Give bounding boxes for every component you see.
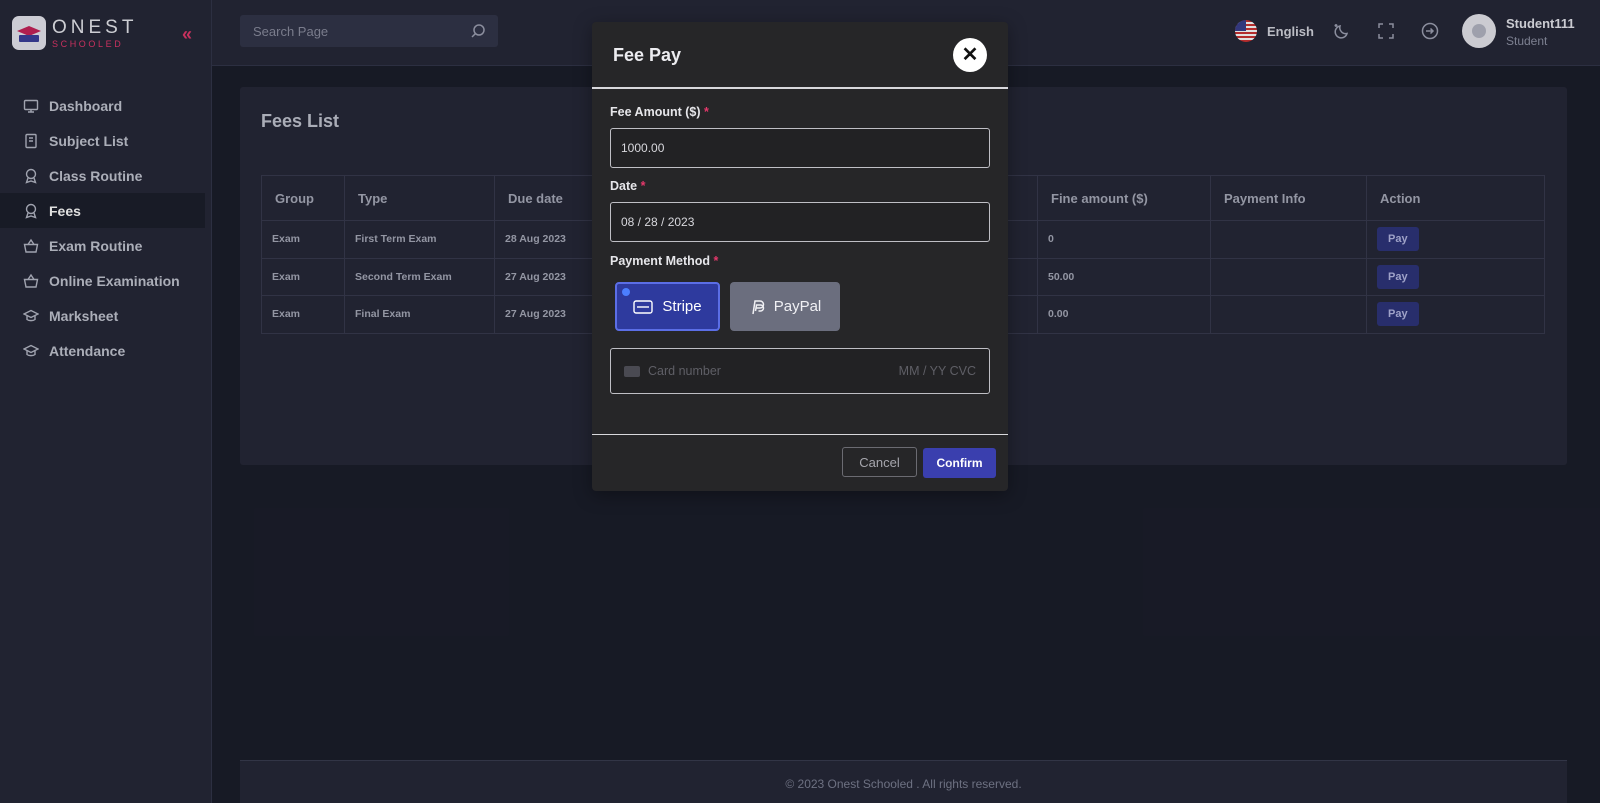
paypal-label: PayPal <box>773 298 822 315</box>
required-mark: * <box>713 254 719 268</box>
card-number-placeholder: Card number <box>648 364 721 378</box>
stripe-card-icon <box>633 299 654 314</box>
paypal-option[interactable]: PayPal <box>730 282 840 331</box>
close-button[interactable]: ✕ <box>953 38 987 72</box>
fee-amount-label: Fee Amount ($) * <box>610 105 709 119</box>
card-icon <box>624 365 640 377</box>
modal-title: Fee Pay <box>613 45 682 65</box>
date-value: 08 / 28 / 2023 <box>621 215 695 229</box>
fee-amount-field[interactable]: 1000.00 <box>610 128 990 168</box>
fee-amount-value: 1000.00 <box>621 141 665 155</box>
cancel-button[interactable]: Cancel <box>842 447 917 477</box>
card-number-input[interactable]: Card number MM / YY CVC <box>610 348 990 394</box>
stripe-option[interactable]: Stripe <box>615 282 720 331</box>
required-mark: * <box>640 179 646 193</box>
fee-pay-modal: Fee Pay ✕ Fee Amount ($) * 1000.00 Date … <box>592 22 1008 491</box>
modal-header: Fee Pay ✕ <box>592 22 1008 89</box>
date-field[interactable]: 08 / 28 / 2023 <box>610 202 990 242</box>
selected-radio-indicator <box>622 288 630 296</box>
modal-footer-divider <box>592 434 1008 435</box>
date-label: Date * <box>610 179 646 193</box>
required-mark: * <box>704 105 709 119</box>
stripe-label: Stripe <box>662 298 702 315</box>
payment-method-label: Payment Method * <box>610 254 719 268</box>
paypal-icon <box>751 299 764 314</box>
close-icon: ✕ <box>961 44 979 66</box>
card-expiry-cvc-placeholder: MM / YY CVC <box>898 364 976 378</box>
confirm-button[interactable]: Confirm <box>923 448 996 478</box>
